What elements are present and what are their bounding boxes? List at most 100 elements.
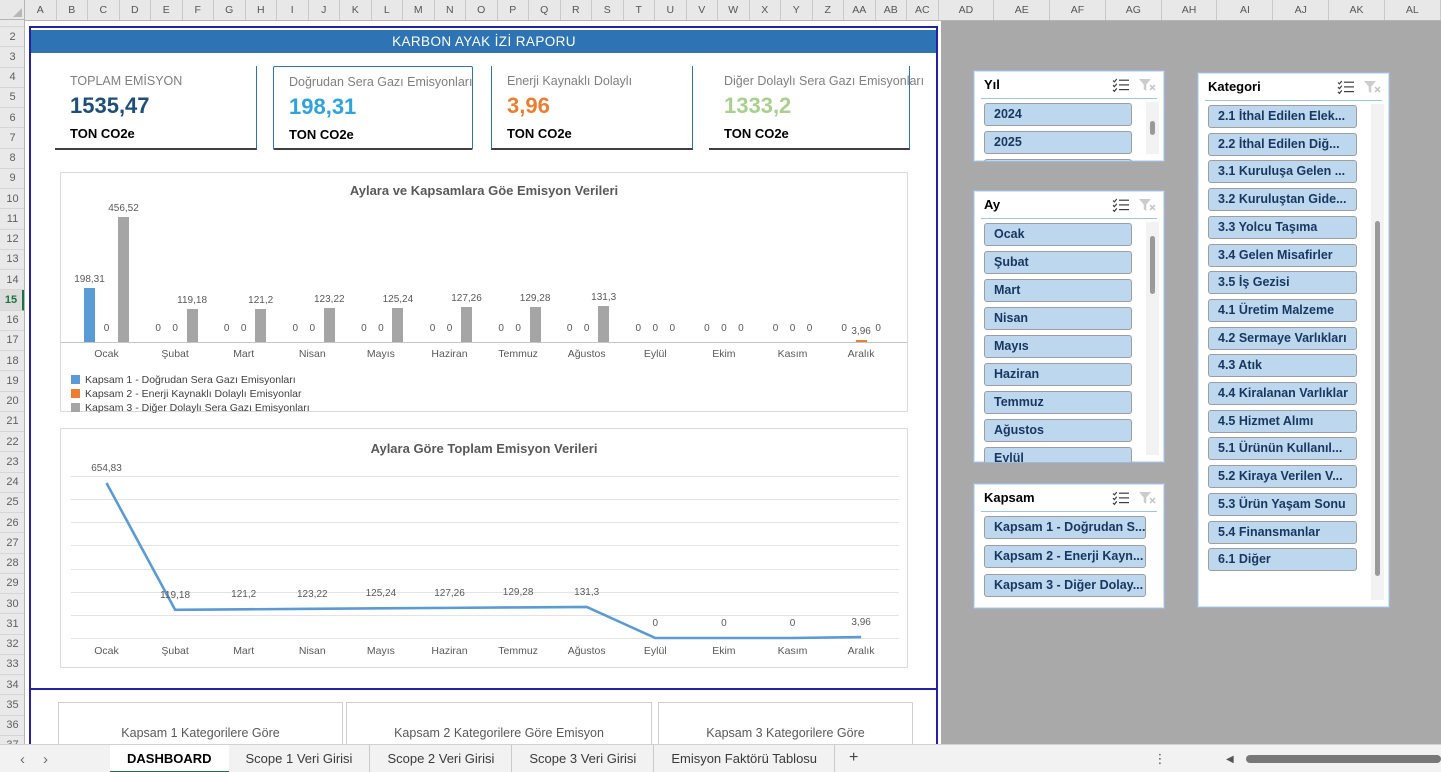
row-header-4[interactable]: 4 bbox=[0, 68, 25, 88]
row-header-32[interactable]: 32 bbox=[0, 635, 25, 655]
select-all-corner[interactable] bbox=[0, 0, 25, 20]
hscroll-left-arrow-icon[interactable]: ◀ bbox=[1226, 754, 1234, 765]
slicer-item[interactable]: 3.3 Yolcu Taşıma bbox=[1208, 216, 1357, 239]
row-header-11[interactable]: 11 bbox=[0, 209, 25, 229]
row-header-16[interactable]: 16 bbox=[0, 311, 25, 331]
multi-select-icon[interactable] bbox=[1112, 78, 1130, 93]
slicer-scrollbar-thumb[interactable] bbox=[1150, 121, 1155, 135]
column-header-P[interactable]: P bbox=[498, 0, 530, 20]
total-emissions-line-chart[interactable]: Aylara Göre Toplam Emisyon Verileri654,8… bbox=[60, 428, 908, 668]
horizontal-scrollbar-thumb[interactable] bbox=[1246, 755, 1441, 763]
slicer-item[interactable]: Kapsam 1 - Doğrudan S... bbox=[984, 516, 1146, 539]
row-header-8[interactable]: 8 bbox=[0, 149, 25, 169]
column-header-AA[interactable]: AA bbox=[844, 0, 876, 20]
slicer-item[interactable]: Nisan bbox=[984, 307, 1132, 330]
multi-select-icon[interactable] bbox=[1337, 80, 1355, 95]
slicer-item[interactable]: 4.4 Kiralanan Varlıklar bbox=[1208, 382, 1357, 405]
column-header-I[interactable]: I bbox=[277, 0, 309, 20]
column-header-AC[interactable]: AC bbox=[907, 0, 939, 20]
column-header-AI[interactable]: AI bbox=[1218, 0, 1274, 20]
sheet-tab-emisyon-fakt-r-tablosu[interactable]: Emisyon Faktörü Tablosu bbox=[654, 745, 835, 772]
row-header-27[interactable]: 27 bbox=[0, 533, 25, 553]
slicer-item[interactable]: Mart bbox=[984, 279, 1132, 302]
column-header-R[interactable]: R bbox=[561, 0, 593, 20]
slicer-yıl[interactable]: Yıl20242025 bbox=[973, 70, 1165, 162]
sheet-tab-scope-3-veri-girisi[interactable]: Scope 3 Veri Girisi bbox=[512, 745, 654, 772]
add-sheet-button[interactable]: + bbox=[835, 745, 872, 772]
sheet-tab-dashboard[interactable]: DASHBOARD bbox=[110, 745, 229, 772]
slicer-item[interactable]: 6.1 Diğer bbox=[1208, 548, 1357, 571]
column-header-AL[interactable]: AL bbox=[1385, 0, 1441, 20]
slicer-item[interactable]: Temmuz bbox=[984, 391, 1132, 414]
row-header-30[interactable]: 30 bbox=[0, 594, 25, 614]
slicer-item[interactable]: 2.1 İthal Edilen Elek... bbox=[1208, 105, 1357, 128]
column-header-X[interactable]: X bbox=[750, 0, 782, 20]
column-header-D[interactable]: D bbox=[120, 0, 152, 20]
column-header-U[interactable]: U bbox=[655, 0, 687, 20]
prev-sheet-arrow-icon[interactable]: ‹ bbox=[20, 751, 25, 768]
row-header-20[interactable]: 20 bbox=[0, 392, 25, 412]
row-header-26[interactable]: 26 bbox=[0, 513, 25, 533]
slicer-item[interactable]: 5.4 Finansmanlar bbox=[1208, 521, 1357, 544]
slicer-item[interactable]: 4.5 Hizmet Alımı bbox=[1208, 410, 1357, 433]
sheet-tab-scope-1-veri-girisi[interactable]: Scope 1 Veri Girisi bbox=[229, 745, 371, 772]
row-header-35[interactable]: 35 bbox=[0, 695, 25, 715]
row-header-29[interactable]: 29 bbox=[0, 574, 25, 594]
column-header-A[interactable]: A bbox=[25, 0, 57, 20]
column-header-J[interactable]: J bbox=[309, 0, 341, 20]
column-header-H[interactable]: H bbox=[246, 0, 278, 20]
column-header-AH[interactable]: AH bbox=[1162, 0, 1218, 20]
row-header-36[interactable]: 36 bbox=[0, 716, 25, 736]
slicer-item[interactable]: Ocak bbox=[984, 223, 1132, 246]
multi-select-icon[interactable] bbox=[1112, 198, 1130, 213]
clear-filter-icon[interactable] bbox=[1138, 198, 1156, 213]
slicer-item[interactable]: Kapsam 2 - Enerji Kayn... bbox=[984, 545, 1146, 568]
slicer-item[interactable]: 3.5 İş Gezisi bbox=[1208, 271, 1357, 294]
row-header-34[interactable]: 34 bbox=[0, 675, 25, 695]
slicer-item[interactable]: 5.3 Ürün Yaşam Sonu bbox=[1208, 493, 1357, 516]
emissions-by-scope-bar-chart[interactable]: Aylara ve Kapsamlara Göe Emisyon Veriler… bbox=[60, 172, 908, 412]
slicer-ay[interactable]: AyOcakŞubatMartNisanMayısHaziranTemmuzAğ… bbox=[973, 190, 1165, 463]
row-header-12[interactable]: 12 bbox=[0, 230, 25, 250]
row-header-24[interactable]: 24 bbox=[0, 473, 25, 493]
column-header-O[interactable]: O bbox=[466, 0, 498, 20]
slicer-item[interactable]: 4.3 Atık bbox=[1208, 354, 1357, 377]
column-header-AD[interactable]: AD bbox=[939, 0, 995, 20]
slicer-scrollbar[interactable] bbox=[1146, 222, 1159, 455]
row-header-17[interactable]: 17 bbox=[0, 331, 25, 351]
slicer-item[interactable]: 2025 bbox=[984, 131, 1132, 154]
column-header-W[interactable]: W bbox=[718, 0, 750, 20]
row-header-21[interactable]: 21 bbox=[0, 412, 25, 432]
clear-filter-icon[interactable] bbox=[1138, 491, 1156, 506]
row-header-19[interactable]: 19 bbox=[0, 371, 25, 391]
row-header-14[interactable]: 14 bbox=[0, 270, 25, 290]
row-header-7[interactable]: 7 bbox=[0, 128, 25, 148]
column-header-AG[interactable]: AG bbox=[1106, 0, 1162, 20]
column-header-N[interactable]: N bbox=[435, 0, 467, 20]
column-header-G[interactable]: G bbox=[214, 0, 246, 20]
column-header-Q[interactable]: Q bbox=[529, 0, 561, 20]
slicer-item[interactable]: 5.1 Ürünün Kullanıl... bbox=[1208, 437, 1357, 460]
row-header-31[interactable]: 31 bbox=[0, 614, 25, 634]
column-header-AJ[interactable]: AJ bbox=[1273, 0, 1329, 20]
column-header-AK[interactable]: AK bbox=[1329, 0, 1385, 20]
column-header-K[interactable]: K bbox=[340, 0, 372, 20]
row-header-10[interactable]: 10 bbox=[0, 189, 25, 209]
column-header-AE[interactable]: AE bbox=[994, 0, 1050, 20]
multi-select-icon[interactable] bbox=[1112, 491, 1130, 506]
column-header-V[interactable]: V bbox=[687, 0, 719, 20]
next-sheet-arrow-icon[interactable]: › bbox=[43, 751, 48, 768]
column-header-L[interactable]: L bbox=[372, 0, 404, 20]
slicer-kapsam[interactable]: KapsamKapsam 1 - Doğrudan S...Kapsam 2 -… bbox=[973, 483, 1165, 609]
slicer-item[interactable]: Mayıs bbox=[984, 335, 1132, 358]
slicer-item[interactable]: 3.1 Kuruluşa Gelen ... bbox=[1208, 160, 1357, 183]
slicer-item[interactable]: 5.2 Kiraya Verilen V... bbox=[1208, 465, 1357, 488]
column-header-M[interactable]: M bbox=[403, 0, 435, 20]
row-header-2[interactable]: 2 bbox=[0, 27, 25, 47]
slicer-scrollbar[interactable] bbox=[1371, 104, 1384, 600]
slicer-item[interactable]: 4.2 Sermaye Varlıkları bbox=[1208, 327, 1357, 350]
row-header-18[interactable]: 18 bbox=[0, 351, 25, 371]
slicer-item[interactable]: Ağustos bbox=[984, 419, 1132, 442]
column-header-B[interactable]: B bbox=[57, 0, 89, 20]
row-header-23[interactable]: 23 bbox=[0, 452, 25, 472]
